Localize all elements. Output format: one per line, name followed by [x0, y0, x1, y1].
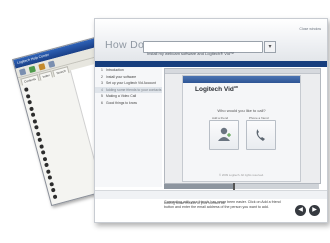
options-icon[interactable] — [47, 60, 56, 68]
phone-icon — [256, 129, 265, 141]
print-icon[interactable] — [38, 62, 46, 70]
step-label: Set up your Logitech Vid Account — [106, 81, 156, 86]
arrow-right-icon: ▶ — [312, 207, 317, 213]
progress-handle[interactable] — [232, 183, 235, 190]
close-window-link[interactable]: Close window — [299, 27, 321, 31]
task-select[interactable]: Install my webcam software and Logitech®… — [143, 41, 276, 56]
tutorial-progress-bar[interactable] — [164, 183, 319, 190]
step-caption-bar: Adding some friends to your contact list — [95, 190, 327, 205]
app-footer: © 2009 Logitech. All rights reserved. — [219, 173, 264, 177]
step-list: 1 Introduction 2 Install your software 3 Set … — [95, 67, 162, 187]
help-topic-icon — [52, 194, 58, 200]
step-item[interactable]: 6 Good things to know — [95, 100, 162, 107]
back-icon[interactable] — [28, 65, 36, 73]
add-friend-button[interactable] — [209, 120, 239, 150]
step-label: Adding some friends to your contacts lis… — [105, 87, 162, 92]
screenshot-toolbar — [165, 69, 320, 74]
add-user-icon — [218, 127, 231, 141]
header: Close window How Do I Install my webcam … — [95, 19, 327, 61]
call-question: Who would you like to call? — [217, 108, 266, 113]
step-label: Install your software — [106, 74, 137, 79]
progress-fill — [164, 184, 234, 189]
how-do-i-window: Close window How Do I Install my webcam … — [94, 18, 328, 223]
hide-icon[interactable] — [18, 67, 27, 76]
phone-friend-button[interactable] — [246, 120, 276, 150]
chevron-down-icon[interactable]: ▾ — [264, 41, 276, 53]
vid-app-window: Logitech VidHD Who would you like to cal… — [182, 75, 301, 182]
arrow-left-icon: ◀ — [298, 207, 303, 213]
next-button[interactable]: ▶ — [309, 205, 320, 216]
app-logo: Logitech VidHD — [195, 85, 239, 94]
step-label: Introduction — [106, 68, 124, 73]
step-label: Good things to know — [106, 100, 137, 105]
vid-app-titlebar — [183, 76, 300, 83]
tutorial-screenshot: Logitech VidHD Who would you like to cal… — [164, 68, 321, 184]
step-description: Connecting with your friends has never b… — [164, 200, 281, 209]
step-label: Making a Video Call — [106, 94, 137, 99]
previous-button[interactable]: ◀ — [295, 205, 306, 216]
task-select-value: Install my webcam software and Logitech®… — [147, 51, 234, 56]
